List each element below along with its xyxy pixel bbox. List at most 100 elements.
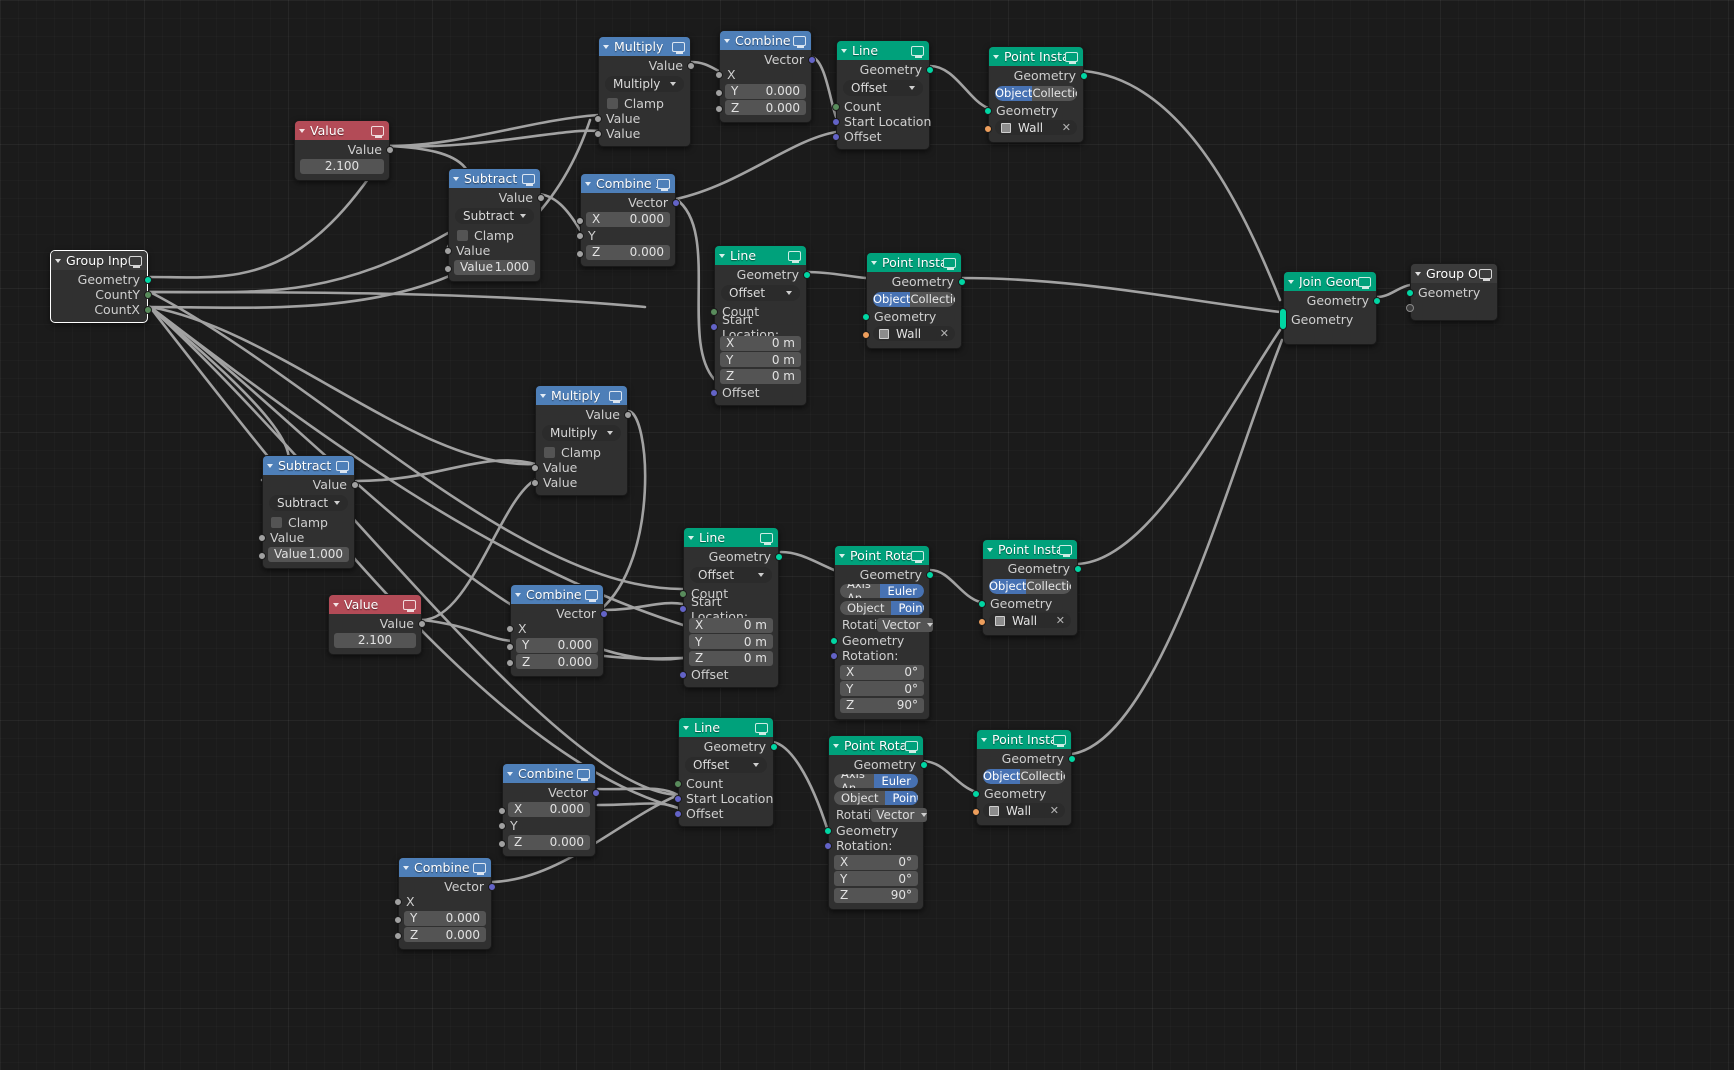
rotation-x-field[interactable]: X 0° — [840, 664, 924, 680]
socket-geometry-in[interactable] — [984, 106, 992, 115]
node-combine-xyz-5[interactable]: Combine XYZ Vector X Y 0.000 — [394, 857, 496, 950]
socket-row-geometry-out[interactable]: Geometry — [867, 274, 966, 289]
node-line-2[interactable]: Line Geometry Offset Count Start Locatio… — [710, 245, 811, 406]
node-preview-icon[interactable] — [1479, 268, 1492, 281]
node-header[interactable]: Line — [684, 528, 778, 547]
socket-vector-out[interactable] — [488, 882, 496, 891]
node-header[interactable]: Combine XYZ — [720, 31, 811, 50]
instance-type-toggle[interactable]: Object Collection — [983, 768, 1065, 784]
operation-dropdown[interactable]: Multiply — [605, 76, 684, 92]
socket-geometry-out[interactable] — [1074, 564, 1082, 573]
socket-x-in[interactable] — [576, 216, 584, 225]
socket-y-in[interactable] — [506, 642, 514, 651]
socket-row-value-out[interactable]: Value — [263, 477, 359, 492]
toggle-object[interactable]: Object — [983, 768, 1021, 784]
node-point-instance-4[interactable]: Point Instance Geometry Object Collectio… — [972, 729, 1076, 826]
socket-start-location-in[interactable] — [710, 322, 718, 331]
toggle-axis-angle[interactable]: Axis An... — [840, 583, 881, 598]
node-line-1[interactable]: Line Geometry Offset Count Start Locatio… — [832, 40, 934, 150]
node-group-input[interactable]: Group Input Geometry CountY CountX — [50, 250, 152, 323]
socket-geometry-in[interactable] — [830, 636, 838, 645]
node-line-3[interactable]: Line Geometry Offset Count Start Locatio… — [679, 527, 783, 688]
socket-geometry-in[interactable] — [862, 312, 870, 321]
socket-row-value-in-1[interactable]: Value — [444, 243, 540, 258]
socket-y-in[interactable] — [498, 821, 506, 830]
node-combine-xyz-4[interactable]: Combine XYZ Vector X 0.000 Y — [498, 763, 600, 857]
socket-row-value-out[interactable]: Value — [599, 58, 695, 73]
rotation-mode-row[interactable]: Rotati Vector — [829, 806, 928, 823]
collapse-triangle-icon[interactable] — [871, 260, 877, 265]
socket-start-location-in[interactable] — [832, 117, 840, 126]
node-point-instance-3[interactable]: Point Instance Geometry Object Collectio… — [978, 539, 1082, 636]
socket-row-vector-out[interactable]: Vector — [720, 52, 816, 67]
toggle-collection[interactable]: Collection — [910, 291, 955, 307]
socket-row-geometry-out[interactable]: Geometry — [983, 561, 1082, 576]
collapse-triangle-icon[interactable] — [453, 176, 459, 181]
instance-type-toggle[interactable]: Object Collection — [873, 291, 955, 307]
mode-dropdown[interactable]: Offset — [843, 80, 923, 96]
socket-value-out[interactable] — [386, 145, 394, 154]
socket-row-x[interactable]: X — [715, 67, 811, 82]
node-header[interactable]: Line — [679, 718, 773, 737]
socket-row-geometry-out[interactable]: Geometry — [829, 757, 928, 772]
collapse-triangle-icon[interactable] — [585, 181, 591, 186]
socket-y-in[interactable] — [394, 915, 402, 924]
clamp-checkbox-row[interactable]: Clamp — [449, 227, 540, 243]
node-preview-icon[interactable] — [1059, 544, 1072, 557]
collapse-triangle-icon[interactable] — [839, 553, 845, 558]
rotation-type-toggle-row[interactable]: Axis An... Euler — [835, 582, 929, 599]
start-x-field[interactable]: X 0 m — [689, 617, 773, 633]
mode-dropdown[interactable]: Offset — [690, 567, 772, 583]
socket-row-geometry-out[interactable]: Geometry — [977, 751, 1076, 766]
node-multiply-top[interactable]: Multiply Value Multiply Clamp Value Valu… — [594, 36, 695, 147]
z-field[interactable]: Z 0.000 — [508, 834, 590, 850]
node-header[interactable]: Combine XYZ — [581, 174, 675, 193]
socket-row-geometry-in[interactable]: Geometry — [978, 596, 1077, 611]
socket-geometry-in[interactable] — [824, 826, 832, 835]
socket-x-in[interactable] — [394, 897, 402, 906]
socket-geometry-out[interactable] — [920, 760, 928, 769]
socket-value-out[interactable] — [624, 410, 632, 419]
node-preview-icon[interactable] — [755, 722, 768, 735]
node-header[interactable]: Join Geometry — [1284, 272, 1376, 291]
socket-value-in-1[interactable] — [594, 114, 602, 123]
socket-rotation-in[interactable] — [824, 841, 832, 850]
socket-value-in-1[interactable] — [531, 463, 539, 472]
socket-row-geometry-in[interactable]: Geometry — [824, 823, 923, 838]
socket-row-geometry-in[interactable]: Geometry — [972, 786, 1071, 801]
value-field[interactable]: Value 1.000 — [268, 546, 349, 562]
socket-geometry-out[interactable] — [1068, 754, 1076, 763]
node-preview-icon[interactable] — [657, 178, 670, 191]
socket-start-location-in[interactable] — [679, 604, 687, 613]
socket-value-out[interactable] — [687, 61, 695, 70]
socket-row-offset[interactable]: Offset — [679, 667, 778, 682]
toggle-collection[interactable]: Collection — [1020, 768, 1065, 784]
clear-object-icon[interactable]: ✕ — [1050, 804, 1059, 817]
toggle-object[interactable]: Object — [989, 578, 1027, 594]
node-preview-icon[interactable] — [129, 255, 142, 268]
socket-row-y[interactable]: Y — [576, 228, 675, 243]
node-header[interactable]: Multiply — [536, 386, 627, 405]
z-field[interactable]: Z 0.000 — [725, 100, 806, 115]
rotation-type-toggle[interactable]: Axis An... Euler — [840, 583, 924, 598]
node-group-output[interactable]: Group Output Geometry — [1406, 263, 1498, 321]
node-preview-icon[interactable] — [1358, 276, 1371, 289]
socket-row-offset[interactable]: Offset — [832, 129, 929, 144]
socket-vector-out[interactable] — [808, 55, 816, 64]
collapse-triangle-icon[interactable] — [507, 771, 513, 776]
node-header[interactable]: Subtract — [449, 169, 540, 188]
node-preview-icon[interactable] — [1065, 51, 1078, 64]
toggle-object[interactable]: Object — [873, 291, 911, 307]
socket-value-in-2[interactable] — [531, 478, 539, 487]
collapse-triangle-icon[interactable] — [55, 258, 61, 263]
node-point-instance-2[interactable]: Point Instance Geometry Object Collectio… — [862, 252, 966, 349]
operation-dropdown[interactable]: Subtract — [455, 208, 534, 224]
collapse-triangle-icon[interactable] — [719, 253, 725, 258]
node-preview-icon[interactable] — [1053, 734, 1066, 747]
socket-county-out[interactable] — [144, 290, 152, 299]
socket-object-in[interactable] — [984, 125, 992, 133]
rotation-z-field[interactable]: Z 90° — [834, 887, 918, 903]
node-combine-xyz-2[interactable]: Combine XYZ Vector X 0.000 Y — [576, 173, 680, 267]
socket-row-vector-out[interactable]: Vector — [399, 879, 496, 894]
collapse-triangle-icon[interactable] — [987, 547, 993, 552]
